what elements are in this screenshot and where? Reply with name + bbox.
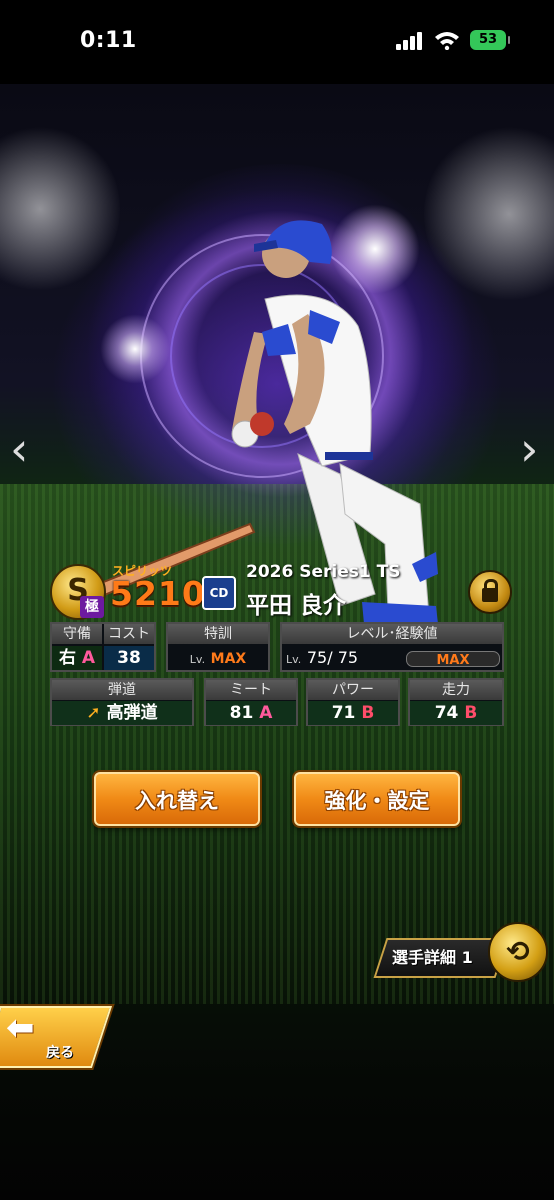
chevron-left-icon[interactable]: ‹	[10, 422, 28, 476]
exp-max: MAX	[436, 653, 470, 668]
training-header: 特訓	[168, 624, 268, 644]
level-number: 75/ 75	[306, 648, 359, 667]
chevron-right-icon[interactable]: ›	[520, 422, 538, 476]
meet-value: 81 A	[206, 701, 296, 725]
trajectory-panel: 弾道 ➚ 高弾道	[50, 678, 194, 726]
meet-grade: A	[259, 703, 273, 723]
power-value: 71 B	[308, 701, 398, 725]
rank-sub-badge: 極	[80, 596, 104, 618]
power-number: 71	[331, 703, 356, 723]
wifi-icon	[435, 32, 459, 50]
lock-icon[interactable]	[468, 570, 512, 614]
refresh-icon[interactable]: ⟲	[488, 922, 548, 982]
team-logo: CD	[202, 576, 236, 610]
player-name: 平田 良介	[246, 593, 347, 619]
defense-grade: A	[81, 648, 96, 668]
cost-value: 38	[104, 646, 154, 670]
speed-value: 74 B	[410, 701, 502, 725]
cellular-signal-icon	[396, 32, 426, 50]
meet-number: 81	[229, 703, 254, 723]
training-value: Lv. MAX	[168, 646, 268, 672]
level-value: Lv. 75/ 75	[286, 646, 406, 672]
meet-panel: ミート 81 A	[204, 678, 298, 726]
training-max: MAX	[210, 651, 247, 667]
meet-header: ミート	[206, 680, 296, 700]
defense-cost-panel: 守備 コスト 右 A 38	[50, 622, 156, 672]
speed-number: 74	[434, 703, 459, 723]
player-detail-label[interactable]: 選手詳細 1	[392, 944, 473, 968]
trajectory-header: 弾道	[52, 680, 192, 700]
level-exp-panel: レベル･経験値 Lv. 75/ 75 MAX	[280, 622, 504, 672]
trajectory-arrow-icon: ➚	[86, 703, 101, 723]
battery-icon: 53	[470, 30, 510, 50]
enhance-settings-button[interactable]: 強化・設定	[294, 772, 460, 826]
back-arrow-icon[interactable]: ⬅	[6, 1008, 35, 1048]
defense-value: 右 A	[52, 646, 102, 670]
defense-header: 守備	[52, 624, 102, 644]
power-header: パワー	[308, 680, 398, 700]
spirits-value: 5210	[110, 574, 206, 613]
back-label[interactable]: 戻る	[46, 1042, 74, 1062]
trajectory-value: ➚ 高弾道	[52, 701, 192, 725]
speed-header: 走力	[410, 680, 502, 700]
level-lv-label: Lv.	[286, 653, 302, 666]
defense-position: 右	[58, 648, 76, 668]
cost-header: コスト	[104, 624, 154, 644]
status-time: 0:11	[80, 28, 137, 53]
level-header: レベル･経験値	[282, 624, 502, 644]
training-lv-label: Lv.	[189, 653, 206, 666]
status-bar: 0:11 53	[0, 0, 554, 84]
power-panel: パワー 71 B	[306, 678, 400, 726]
speed-panel: 走力 74 B	[408, 678, 504, 726]
power-grade: B	[361, 703, 375, 723]
training-panel: 特訓 Lv. MAX	[166, 622, 270, 672]
trajectory-label: 高弾道	[106, 703, 158, 723]
exp-bar: MAX	[406, 651, 500, 668]
swap-button[interactable]: 入れ替え	[94, 772, 260, 826]
speed-grade: B	[464, 703, 478, 723]
card-series: 2026 Series1 TS	[246, 562, 401, 582]
